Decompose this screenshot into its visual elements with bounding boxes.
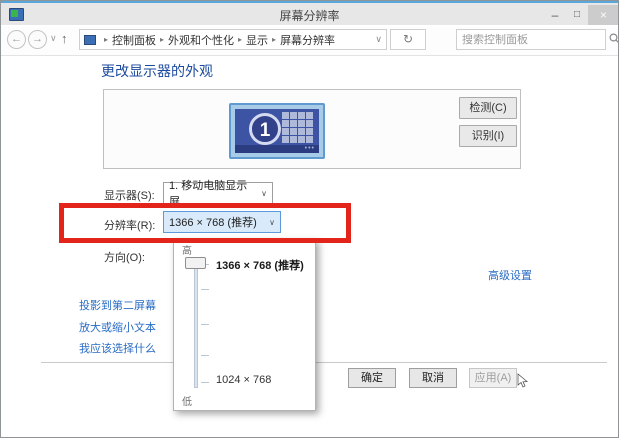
monitor-preview[interactable]: 1 ••• <box>229 103 325 159</box>
resize-text-link[interactable]: 放大或缩小文本 <box>79 319 156 335</box>
breadcrumb-item-control-panel[interactable]: 控制面板 <box>112 32 156 48</box>
display-label: 显示器(S): <box>104 187 155 203</box>
breadcrumb-item-appearance[interactable]: 外观和个性化 <box>168 32 234 48</box>
resolution-dropdown-panel: 高 1366 × 768 (推荐) 1024 × 768 低 <box>173 239 316 411</box>
control-panel-icon <box>84 35 96 45</box>
chevron-down-icon: ∨ <box>253 189 267 198</box>
display-combobox[interactable]: 1. 移动电脑显示屏 ∨ <box>163 182 273 204</box>
breadcrumb-separator: ▸ <box>104 35 108 44</box>
titlebar: 屏幕分辨率 – □ × <box>1 1 618 25</box>
monitor-taskbar: ••• <box>235 145 319 153</box>
identify-button[interactable]: 识别(I) <box>459 125 517 147</box>
history-chevron-down-icon[interactable]: ∨ <box>50 33 57 44</box>
back-icon[interactable]: ← <box>7 30 26 49</box>
slider-tick <box>201 355 209 356</box>
breadcrumb-separator: ▸ <box>238 35 242 44</box>
search-box[interactable] <box>456 29 606 50</box>
slider-low-label: 低 <box>182 393 192 408</box>
maximize-button[interactable]: □ <box>566 5 588 25</box>
which-settings-link[interactable]: 我应该选择什么 <box>79 340 156 356</box>
page-title: 更改显示器的外观 <box>101 61 213 81</box>
screen-resolution-window: 屏幕分辨率 – □ × ← → ∨ ↑ ▸ 控制面板 ▸ 外观和个性化 ▸ 显示… <box>0 0 619 438</box>
display-combobox-value: 1. 移动电脑显示屏 <box>169 177 253 209</box>
breadcrumb-separator: ▸ <box>160 35 164 44</box>
mouse-cursor-icon <box>517 373 529 394</box>
slider-tick <box>201 324 209 325</box>
detect-button[interactable]: 检测(C) <box>459 97 517 119</box>
resolution-slider-track[interactable] <box>194 262 198 388</box>
orientation-label: 方向(O): <box>104 249 145 265</box>
up-arrow-icon[interactable]: ↑ <box>61 31 68 46</box>
taskbar-dots: ••• <box>305 147 315 151</box>
advanced-settings-link[interactable]: 高级设置 <box>488 267 532 283</box>
project-second-screen-link[interactable]: 投影到第二屏幕 <box>79 297 156 313</box>
slider-high-label: 高 <box>182 242 192 257</box>
refresh-icon[interactable]: ↻ <box>390 29 426 50</box>
forward-icon[interactable]: → <box>28 30 47 49</box>
breadcrumb-item-screen-resolution[interactable]: 屏幕分辨率 <box>280 32 335 48</box>
address-bar: ← → ∨ ↑ ▸ 控制面板 ▸ 外观和个性化 ▸ 显示 ▸ 屏幕分辨率 ∨ ↻ <box>1 27 618 56</box>
slider-tick <box>201 382 209 383</box>
ok-button[interactable]: 确定 <box>348 368 396 388</box>
search-icon[interactable] <box>609 31 619 49</box>
start-screen-tiles <box>282 112 316 143</box>
address-chevron-down-icon[interactable]: ∨ <box>375 34 382 45</box>
chevron-down-icon: ∨ <box>261 218 275 227</box>
close-button[interactable]: × <box>588 5 619 25</box>
search-input[interactable] <box>457 34 609 46</box>
window-title: 屏幕分辨率 <box>1 7 618 24</box>
divider <box>41 362 607 363</box>
resolution-label: 分辨率(R): <box>104 217 155 233</box>
breadcrumb-item-display[interactable]: 显示 <box>246 32 268 48</box>
minimize-button[interactable]: – <box>544 5 566 25</box>
breadcrumb[interactable]: ▸ 控制面板 ▸ 外观和个性化 ▸ 显示 ▸ 屏幕分辨率 ∨ <box>79 29 387 50</box>
resolution-combobox-value: 1366 × 768 (推荐) <box>169 214 257 230</box>
resolution-slider-thumb[interactable] <box>185 257 206 269</box>
slider-tick <box>201 289 209 290</box>
cancel-button[interactable]: 取消 <box>409 368 457 388</box>
breadcrumb-separator: ▸ <box>272 35 276 44</box>
resolution-option-1024[interactable]: 1024 × 768 <box>216 374 271 386</box>
resolution-option-selected[interactable]: 1366 × 768 (推荐) <box>216 257 304 273</box>
monitor-number-badge: 1 <box>249 113 281 145</box>
monitor-screen: 1 ••• <box>235 109 319 153</box>
monitor-preview-panel: 1 ••• 检测(C) 识别(I) <box>103 89 521 169</box>
apply-button[interactable]: 应用(A) <box>469 368 517 388</box>
resolution-combobox[interactable]: 1366 × 768 (推荐) ∨ <box>163 211 281 233</box>
